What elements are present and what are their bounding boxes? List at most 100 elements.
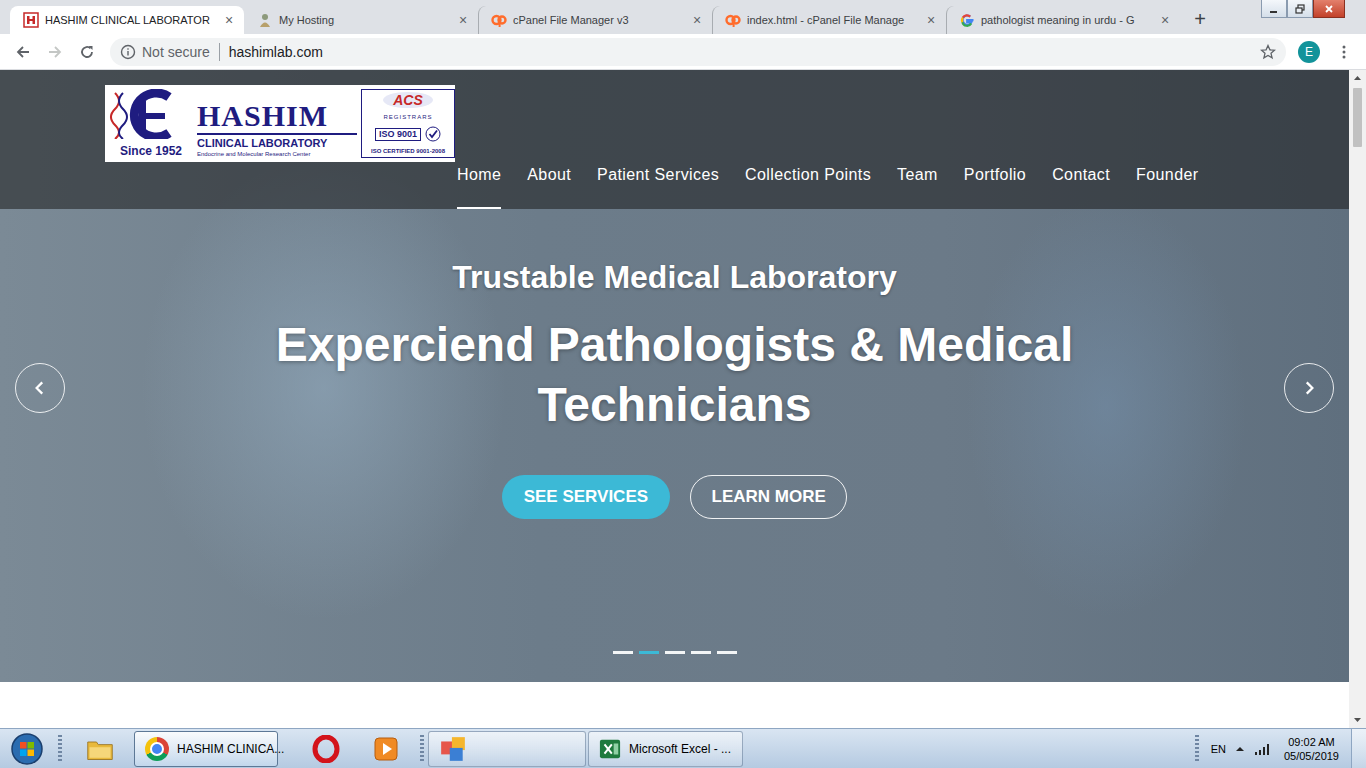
browser-tab[interactable]: pathologist meaning in urdu - G × [946, 6, 1180, 34]
site-header: Since 1952HASHIMCLINICAL LABORATORYEndoc… [0, 70, 1349, 209]
menu-dots-icon[interactable] [1336, 44, 1352, 60]
page-scrollbar[interactable] [1349, 70, 1366, 728]
close-tab-button[interactable]: × [924, 13, 938, 27]
close-tab-button[interactable]: × [1158, 13, 1172, 27]
minimize-button[interactable] [1261, 0, 1287, 18]
bookmark-star-icon[interactable] [1260, 44, 1276, 60]
toolbar: Not secure hashimlab.com E [0, 34, 1366, 70]
iso-badge: ACSREGISTRARSISO 9001ISO CERTIFIED 9001-… [361, 89, 455, 158]
badge-iso: ISO 9001 [375, 128, 421, 141]
info-icon[interactable] [120, 44, 136, 60]
logo-emblem: Since 1952 [109, 89, 193, 158]
nav-link[interactable]: Portfolio [964, 165, 1026, 209]
site-logo[interactable]: Since 1952HASHIMCLINICAL LABORATORYEndoc… [105, 85, 455, 162]
security-status[interactable]: Not secure [142, 44, 210, 60]
restore-icon [1295, 4, 1305, 14]
slide-indicator[interactable] [717, 651, 737, 654]
back-arrow-icon [15, 44, 31, 60]
opera-button[interactable] [296, 731, 356, 767]
media-player-button[interactable] [356, 731, 416, 767]
since-text: Since 1952 [120, 144, 182, 158]
hosting-favicon-icon [257, 12, 273, 28]
brand-name: HASHIM [197, 100, 357, 132]
nav-link[interactable]: Collection Points [745, 165, 871, 209]
window-title: HASHIM CLINICA... [177, 742, 284, 756]
brand-tagline: Endocrine and Molecular Research Center [197, 150, 357, 158]
profile-avatar[interactable]: E [1298, 41, 1320, 63]
main-nav: Home About Patient Services Collection Poin… [457, 165, 1198, 209]
show-desktop-button[interactable] [1351, 729, 1366, 768]
back-button[interactable] [8, 38, 38, 66]
scroll-thumb[interactable] [1353, 88, 1362, 147]
reload-button[interactable] [72, 38, 102, 66]
tab-title: pathologist meaning in urdu - G [981, 14, 1152, 26]
dna-emblem-icon [109, 89, 193, 139]
url-text[interactable]: hashimlab.com [229, 44, 323, 60]
cpanel-favicon-icon [491, 12, 507, 28]
browser-tab[interactable]: My Hosting× [244, 6, 478, 34]
forward-arrow-icon [47, 44, 63, 60]
close-tab-button[interactable]: × [456, 13, 470, 27]
previous-slide-button[interactable] [15, 363, 65, 413]
badge-acs: ACS [383, 92, 433, 108]
taskbar-window-button[interactable] [428, 731, 586, 767]
tray-grip[interactable] [1195, 735, 1199, 763]
hero-subtitle: Trustable Medical Laboratory [452, 257, 897, 297]
browser-window: HASHIM CLINICAL LABORATOR×My Hosting×cPa… [0, 0, 1366, 728]
window-controls [1261, 0, 1345, 18]
chrome-icon [145, 737, 169, 761]
new-tab-button[interactable]: + [1188, 7, 1212, 31]
nav-link[interactable]: Team [897, 165, 938, 209]
nav-link[interactable]: Home [457, 165, 501, 209]
taskbar-window-button[interactable]: Microsoft Excel - ... [588, 731, 743, 767]
slide-indicator[interactable] [665, 651, 685, 654]
maximize-button[interactable] [1287, 0, 1313, 18]
close-window-button[interactable] [1313, 0, 1345, 18]
scroll-up-icon[interactable] [1349, 70, 1366, 87]
clock-date: 05/05/2019 [1284, 749, 1339, 763]
network-signal-icon[interactable] [1254, 742, 1272, 756]
web-page: Since 1952HASHIMCLINICAL LABORATORYEndoc… [0, 70, 1349, 728]
language-indicator[interactable]: EN [1211, 743, 1226, 755]
nav-link[interactable]: Contact [1052, 165, 1110, 209]
slide-indicator[interactable] [691, 651, 711, 654]
start-button[interactable] [0, 729, 54, 768]
forward-button[interactable] [40, 38, 70, 66]
badge-certification: ISO CERTIFIED 9001-2008 [371, 147, 445, 155]
hero-button[interactable]: LEARN MORE [690, 475, 847, 519]
slide-indicators [613, 651, 737, 654]
google-favicon-icon [959, 12, 975, 28]
hero-button[interactable]: SEE SERVICES [502, 475, 670, 519]
taskbar-grip[interactable] [420, 735, 424, 763]
address-bar[interactable]: Not secure hashimlab.com [110, 38, 1286, 66]
nav-link[interactable]: Founder [1136, 165, 1198, 209]
browser-tab[interactable]: HASHIM CLINICAL LABORATOR× [10, 6, 244, 34]
slide-indicator[interactable] [613, 651, 633, 654]
browser-tab[interactable]: cPanel File Manager v3× [478, 6, 712, 34]
close-icon [1324, 4, 1334, 14]
divider [219, 43, 220, 61]
lab-favicon-icon [23, 12, 39, 28]
hero-buttons: SEE SERVICES LEARN MORE [502, 475, 848, 519]
next-slide-button[interactable] [1284, 363, 1334, 413]
close-tab-button[interactable]: × [690, 13, 704, 27]
badge-iso-row: ISO 9001 [375, 126, 441, 142]
scroll-down-icon[interactable] [1349, 711, 1366, 728]
taskbar: HASHIM CLINICA... Microsoft Excel - ... EN… [0, 728, 1366, 768]
taskbar-window-button[interactable]: HASHIM CLINICA... [134, 731, 278, 767]
nav-link[interactable]: Patient Services [597, 165, 719, 209]
close-tab-button[interactable]: × [222, 13, 236, 27]
slide-indicator[interactable] [639, 651, 659, 654]
show-hidden-icons-icon[interactable] [1234, 743, 1246, 755]
tab-list: HASHIM CLINICAL LABORATOR×My Hosting×cPa… [10, 6, 1180, 34]
taskbar-grip[interactable] [58, 735, 62, 763]
browser-tab[interactable]: index.html - cPanel File Manage× [712, 6, 946, 34]
minimize-icon [1269, 4, 1279, 14]
excel-icon [599, 738, 621, 760]
chevron-left-icon [31, 379, 49, 397]
clock[interactable]: 09:02 AM05/05/2019 [1280, 735, 1343, 763]
explorer-button[interactable] [68, 731, 132, 767]
chrome-core [150, 742, 164, 756]
nav-link[interactable]: About [527, 165, 571, 209]
scroll-track[interactable] [1349, 87, 1366, 711]
